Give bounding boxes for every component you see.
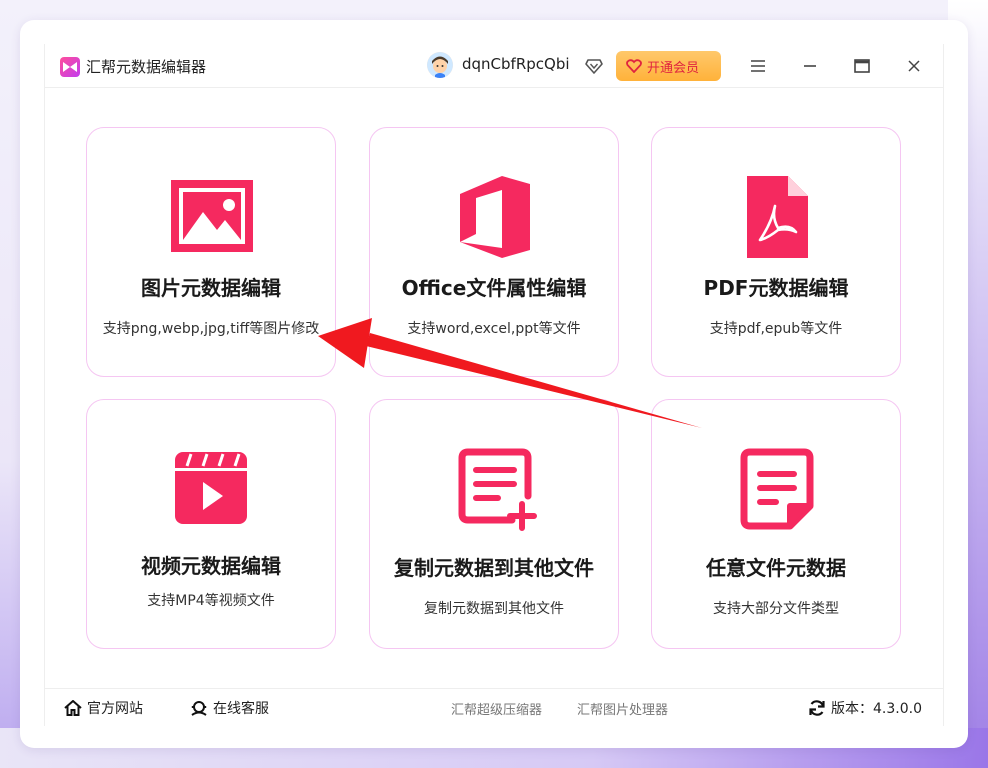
version-info[interactable]: 版本：4.3.0.0 [808,698,922,718]
image-icon [167,172,257,262]
compressor-link[interactable]: 汇帮超级压缩器 [451,699,542,718]
official-website-label: 官方网站 [87,701,143,717]
official-website-link[interactable]: 官方网站 [64,698,143,718]
minimize-icon[interactable] [798,54,822,78]
online-service-label: 在线客服 [213,701,269,717]
copy-document-icon [450,444,540,534]
card-title: 复制元数据到其他文件 [394,556,594,580]
refresh-icon [809,700,825,716]
file-icon [732,444,822,534]
close-icon[interactable] [902,54,926,78]
card-subtitle: 支持png,webp,jpg,tiff等图片修改 [102,321,320,337]
card-image-metadata[interactable]: 图片元数据编辑 支持png,webp,jpg,tiff等图片修改 [86,127,336,377]
card-subtitle: 支持MP4等视频文件 [147,593,275,609]
card-title: Office文件属性编辑 [401,276,587,300]
app-title: 汇帮元数据编辑器 [86,58,207,76]
card-any-file-metadata[interactable]: 任意文件元数据 支持大部分文件类型 [651,399,901,649]
card-title: PDF元数据编辑 [703,276,849,300]
vip-button[interactable]: 开通会员 [616,51,721,81]
video-icon [167,444,257,534]
username[interactable]: dqnCbfRpcQbi [462,55,570,73]
card-title: 任意文件元数据 [706,556,846,580]
title-bar: 汇帮元数据编辑器 dqnCbfRpcQbi 开通会员 [44,44,944,88]
card-subtitle: 支持pdf,epub等文件 [709,321,843,337]
pdf-icon [732,172,822,262]
hamburger-menu-icon[interactable] [746,54,770,78]
card-title: 图片元数据编辑 [141,276,281,300]
online-service-link[interactable]: 在线客服 [190,698,269,718]
maximize-icon[interactable] [850,54,874,78]
user-avatar-icon[interactable] [427,52,453,78]
diamond-icon[interactable] [584,55,604,75]
office-icon [450,172,540,262]
version-label: 版本：4.3.0.0 [831,701,922,717]
card-pdf-metadata[interactable]: PDF元数据编辑 支持pdf,epub等文件 [651,127,901,377]
card-office-metadata[interactable]: Office文件属性编辑 支持word,excel,ppt等文件 [369,127,619,377]
card-title: 视频元数据编辑 [141,554,281,578]
card-video-metadata[interactable]: 视频元数据编辑 支持MP4等视频文件 [86,399,336,649]
image-processor-link[interactable]: 汇帮图片处理器 [577,699,668,718]
app-logo-icon [60,57,80,77]
vip-heart-icon [626,59,642,73]
home-icon [64,700,82,716]
card-copy-metadata[interactable]: 复制元数据到其他文件 复制元数据到其他文件 [369,399,619,649]
vip-button-label: 开通会员 [647,60,700,76]
card-subtitle: 支持word,excel,ppt等文件 [407,321,581,337]
card-subtitle: 复制元数据到其他文件 [424,601,564,617]
customer-service-icon [191,701,207,716]
footer-bar: 官方网站 在线客服 汇帮超级压缩器 汇帮图片处理器 版本：4.3.0.0 [44,688,944,726]
card-subtitle: 支持大部分文件类型 [713,601,839,617]
